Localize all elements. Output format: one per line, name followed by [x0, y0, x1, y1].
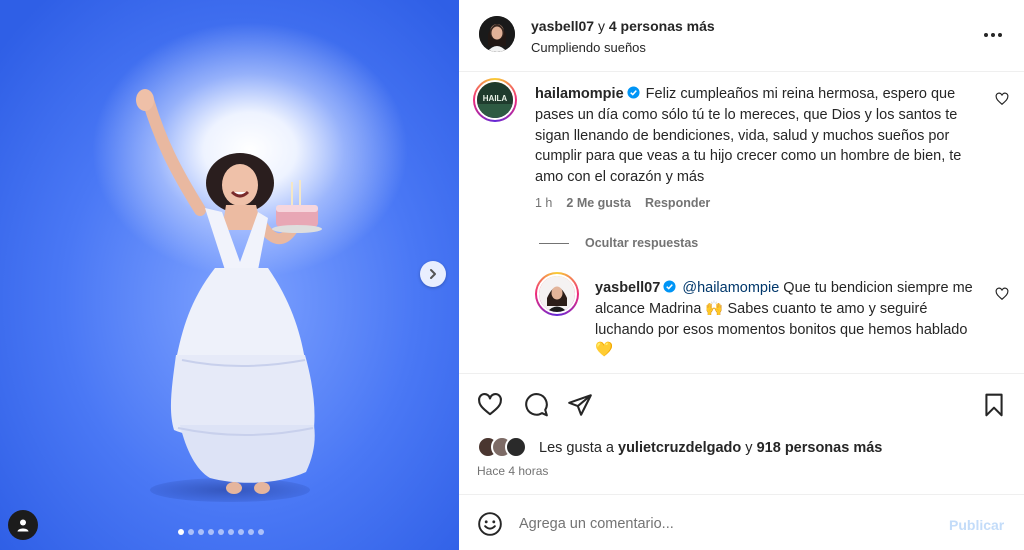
likes-row: Les gusta a yulietcruzdelgado y 918 pers…	[459, 436, 1024, 464]
smiley-icon[interactable]	[477, 511, 503, 537]
post-location[interactable]: Cumpliendo sueños	[531, 40, 646, 55]
author-line: yasbell07 y 4 personas más	[531, 18, 715, 34]
chevron-right-icon	[430, 269, 436, 279]
commenter-avatar[interactable]: HAILA	[473, 78, 517, 122]
next-slide-button[interactable]	[420, 261, 446, 287]
post-photo[interactable]	[0, 0, 459, 550]
carousel-dots	[178, 529, 264, 535]
publish-button[interactable]: Publicar	[949, 517, 1004, 533]
comment-composer: Publicar	[459, 494, 1024, 550]
comment-username[interactable]: hailamompie	[535, 86, 624, 102]
comment-time[interactable]: 1 h	[535, 196, 552, 210]
carousel-dot	[238, 529, 244, 535]
liker-avatars[interactable]	[477, 436, 537, 460]
post-header: yasbell07 y 4 personas más Cumpliendo su…	[459, 0, 1024, 72]
carousel-dot	[208, 529, 214, 535]
comment-meta: 1 h 2 Me gusta Responder	[535, 196, 724, 210]
user-tag-button[interactable]	[8, 510, 38, 540]
more-options-icon[interactable]	[979, 24, 1007, 46]
carousel-dot	[188, 529, 194, 535]
comment: hailamompie Feliz cumpleaños mi reina he…	[535, 84, 975, 188]
reply-username[interactable]: yasbell07	[595, 280, 660, 296]
comments-section: HAILA hailamompie Feliz cumpleaños mi re…	[459, 72, 1024, 372]
divider-line	[539, 242, 569, 244]
liker-avatar	[505, 436, 527, 458]
reply-avatar[interactable]	[535, 272, 579, 316]
hide-replies-toggle[interactable]: Ocultar respuestas	[539, 236, 698, 250]
likes-prefix: Les gusta a	[539, 440, 618, 456]
post-time[interactable]: Hace 4 horas	[477, 464, 548, 478]
carousel-dot	[198, 529, 204, 535]
hide-replies-label: Ocultar respuestas	[585, 236, 699, 250]
likes-summary: Les gusta a yulietcruzdelgado y 918 pers…	[539, 440, 882, 456]
reply-comment: yasbell07 @hailamompie Que tu bendicion …	[595, 278, 979, 361]
avatar-logo-text: HAILA	[483, 94, 508, 103]
action-bar	[459, 373, 1024, 433]
coauthors-link[interactable]: 4 personas más	[609, 18, 715, 34]
verified-badge-icon	[627, 86, 640, 99]
post-details-panel: yasbell07 y 4 personas más Cumpliendo su…	[459, 0, 1024, 550]
likes-joiner: y	[741, 440, 757, 456]
heart-icon[interactable]	[477, 392, 503, 418]
carousel-dot	[248, 529, 254, 535]
carousel-dot	[178, 529, 184, 535]
verified-badge-icon	[663, 280, 676, 293]
reply-like-heart-icon[interactable]	[995, 287, 1009, 301]
likes-others[interactable]: 918 personas más	[757, 440, 883, 456]
reply-mention[interactable]: @hailamompie	[682, 280, 779, 296]
carousel-dot	[218, 529, 224, 535]
user-tag-icon	[17, 519, 29, 532]
reply-button[interactable]: Responder	[645, 196, 710, 210]
carousel-dot	[258, 529, 264, 535]
comment-input[interactable]	[519, 511, 919, 537]
likes-user[interactable]: yulietcruzdelgado	[618, 440, 741, 456]
author-joiner: y	[594, 18, 609, 34]
paper-plane-icon[interactable]	[567, 392, 593, 418]
comment-likes[interactable]: 2 Me gusta	[566, 196, 631, 210]
carousel-dot	[228, 529, 234, 535]
author-avatar[interactable]	[479, 16, 515, 52]
author-username[interactable]: yasbell07	[531, 18, 594, 34]
comment-bubble-icon[interactable]	[523, 392, 549, 418]
bookmark-icon[interactable]	[981, 392, 1007, 418]
comment-like-heart-icon[interactable]	[995, 92, 1009, 106]
